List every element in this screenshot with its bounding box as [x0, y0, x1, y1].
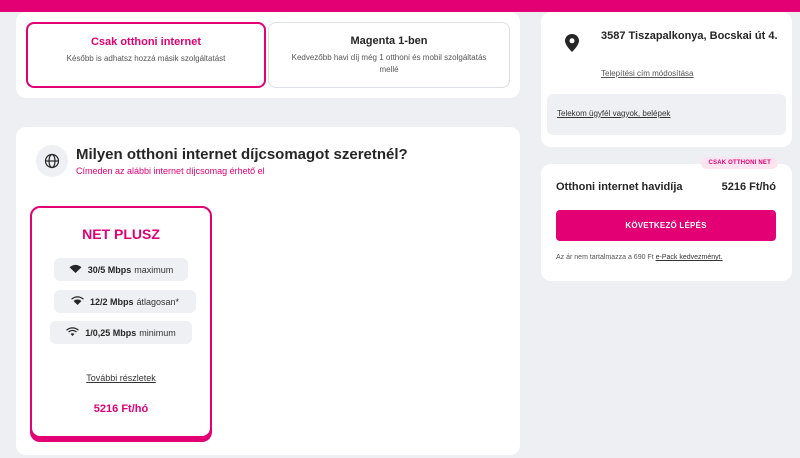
brand-top-bar [0, 0, 800, 12]
next-step-button[interactable]: KÖVETKEZŐ LÉPÉS [556, 210, 776, 241]
tab-title: Magenta 1-ben [350, 35, 428, 47]
more-details-link[interactable]: További részletek [32, 373, 210, 383]
speed-value: 1/0,25 Mbps [85, 327, 137, 338]
speed-label: maximum [134, 264, 174, 275]
speed-label: minimum [139, 327, 176, 338]
tab-subtitle: Kedvezőbb havi díj még 1 otthoni és mobi… [291, 53, 487, 74]
address-card: 3587 Tiszapalkonya, Bocskai út 4. Telepí… [541, 12, 792, 147]
plan-card-net-plusz[interactable]: NET PLUSZ 30/5 Mbps maximum 12/2 Mbps át… [30, 206, 212, 438]
package-section: Milyen otthoni internet díjcsomagot szer… [16, 127, 520, 455]
price-note-text: Az ár nem tartalmazza a 690 Ft [556, 254, 654, 261]
installation-address: 3587 Tiszapalkonya, Bocskai út 4. [601, 30, 778, 42]
location-pin-icon [565, 34, 579, 57]
status-badge: CSAK OTTHONI NET [701, 157, 778, 169]
wifi-icon [71, 296, 84, 307]
change-address-link[interactable]: Telepítési cím módosítása [601, 69, 693, 78]
tab-home-internet-only[interactable]: Csak otthoni internet Később is adhatsz … [26, 22, 266, 88]
monthly-fee-value: 5216 Ft/hó [721, 181, 776, 193]
speed-average: 12/2 Mbps átlagosan* [54, 290, 196, 313]
customer-login-link[interactable]: Telekom ügyfél vagyok, belépek [557, 109, 670, 118]
epack-discount-link[interactable]: e-Pack kedvezményt. [656, 254, 723, 261]
price-summary-card: CSAK OTTHONI NET Otthoni internet havidí… [541, 157, 792, 281]
speed-minimum: 1/0,25 Mbps minimum [50, 321, 192, 344]
section-title: Milyen otthoni internet díjcsomagot szer… [76, 146, 408, 163]
speed-maximum: 30/5 Mbps maximum [54, 258, 188, 281]
speed-value: 12/2 Mbps [89, 296, 134, 307]
speed-label: átlagosan* [136, 296, 180, 307]
speed-value: 30/5 Mbps [87, 264, 132, 275]
tab-subtitle: Később is adhatsz hozzá másik szolgáltat… [66, 54, 226, 63]
wifi-icon [69, 264, 82, 275]
tab-title: Csak otthoni internet [90, 36, 201, 48]
plan-name: NET PLUSZ [82, 226, 160, 242]
service-type-selector: Csak otthoni internet Később is adhatsz … [16, 12, 520, 98]
section-subtitle: Címeden az alábbi internet díjcsomag érh… [76, 166, 265, 176]
price-note: Az ár nem tartalmazza a 690 Ft e-Pack ke… [556, 254, 723, 261]
customer-login-box[interactable]: Telekom ügyfél vagyok, belépek [547, 94, 786, 135]
wifi-icon [66, 327, 80, 338]
monthly-fee-label: Otthoni internet havidíja [556, 181, 683, 193]
globe-icon [36, 145, 68, 177]
plan-price: 5216 Ft/hó [93, 403, 149, 415]
tab-magenta-1[interactable]: Magenta 1-ben Kedvezőbb havi díj még 1 o… [268, 22, 510, 88]
